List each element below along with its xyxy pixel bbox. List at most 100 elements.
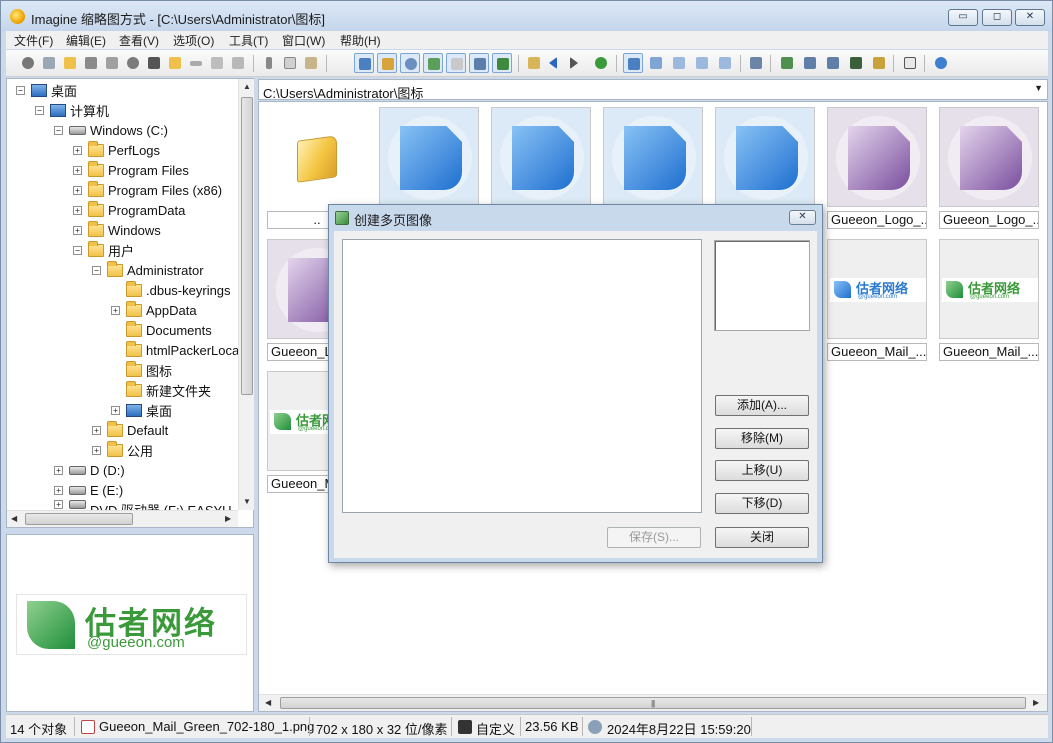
tree-item-windows[interactable]: + Windows xyxy=(73,220,161,240)
back-arrow-icon[interactable] xyxy=(545,53,565,73)
tree-item-documents[interactable]: Documents xyxy=(126,320,212,340)
expand-icon[interactable]: + xyxy=(111,405,120,415)
batch-rename-icon[interactable] xyxy=(800,53,820,73)
tree-item-program-files[interactable]: + Program Files xyxy=(73,160,189,180)
menu-view[interactable]: 查看(V) xyxy=(119,32,159,49)
move-down-button[interactable]: 下移(D) xyxy=(715,493,809,514)
scroll-left-icon[interactable]: ◀ xyxy=(11,514,17,523)
thumbnail-item[interactable]: Gueeon_Logo_... xyxy=(827,107,927,229)
camera-icon[interactable] xyxy=(144,53,164,73)
minimize-button[interactable]: ▭ xyxy=(948,9,978,26)
scroll-up-icon[interactable]: ▲ xyxy=(243,82,251,91)
tree-item-public[interactable]: + 公用 xyxy=(92,440,153,460)
expand-icon[interactable]: + xyxy=(73,165,82,175)
image-icon[interactable] xyxy=(524,53,544,73)
filmstrip-icon[interactable] xyxy=(377,53,397,73)
menu-edit[interactable]: 编辑(E) xyxy=(66,32,106,49)
collapse-icon[interactable]: − xyxy=(35,105,44,115)
menu-file[interactable]: 文件(F) xyxy=(14,32,53,49)
expand-icon[interactable]: + xyxy=(111,305,120,315)
tree-item-desktop[interactable]: − 桌面 xyxy=(16,80,77,100)
table-view-icon[interactable] xyxy=(715,53,735,73)
expand-icon[interactable]: + xyxy=(73,225,82,235)
rename-icon[interactable] xyxy=(186,53,206,73)
properties-icon[interactable] xyxy=(228,53,248,73)
collapse-icon[interactable]: − xyxy=(54,125,63,135)
scroll-down-icon[interactable]: ▼ xyxy=(243,497,251,506)
save-icon[interactable] xyxy=(81,53,101,73)
delete-icon[interactable] xyxy=(207,53,227,73)
capture-icon[interactable] xyxy=(869,53,889,73)
tree-item-administrator[interactable]: − Administrator xyxy=(92,260,204,280)
tree-item-drive-d[interactable]: + D (D:) xyxy=(54,460,125,480)
info-icon[interactable] xyxy=(123,53,143,73)
restore-button[interactable]: ◻ xyxy=(982,9,1012,26)
copy-icon[interactable] xyxy=(280,53,300,73)
details-view-icon[interactable] xyxy=(692,53,712,73)
paste-icon[interactable] xyxy=(301,53,321,73)
thumbnail-scroll-thumb[interactable]: ||| xyxy=(280,697,1026,709)
slideshow-icon[interactable] xyxy=(492,53,512,73)
expand-icon[interactable]: + xyxy=(92,445,101,455)
page-list[interactable] xyxy=(342,239,702,513)
thumbnail-item[interactable]: 估者网络 @gueeon.com Gueeon_Mail_... xyxy=(827,239,927,361)
large-icons-view-icon[interactable] xyxy=(623,53,643,73)
expand-icon[interactable]: + xyxy=(73,145,82,155)
tree-item-drive-c[interactable]: − Windows (C:) xyxy=(54,120,168,140)
dialog-title-bar[interactable]: 创建多页图像 ✕ xyxy=(329,205,822,230)
thumbnail-item[interactable]: 估者网络 @gueeon.com Gueeon_Mail_... xyxy=(939,239,1039,361)
edit-note-icon[interactable] xyxy=(900,53,920,73)
tree-hscroll-thumb[interactable] xyxy=(25,513,133,525)
scroll-right-icon[interactable]: ▶ xyxy=(1033,698,1039,707)
tree-vertical-scrollbar[interactable]: ▲ ▼ xyxy=(238,79,254,510)
view-mode-icon[interactable] xyxy=(354,53,374,73)
close-dialog-button[interactable]: 关闭 xyxy=(715,527,809,548)
tree-item-new-folder[interactable]: 新建文件夹 xyxy=(126,380,211,400)
tree-item-drive-e[interactable]: + E (E:) xyxy=(54,480,123,500)
grid-icon[interactable] xyxy=(446,53,466,73)
tree-item-htmlpacker[interactable]: htmlPackerLoca xyxy=(126,340,239,360)
remove-button[interactable]: 移除(M) xyxy=(715,428,809,449)
collapse-icon[interactable]: − xyxy=(92,265,101,275)
preview-panel-icon[interactable] xyxy=(469,53,489,73)
tree-item-users[interactable]: − 用户 xyxy=(73,240,134,260)
tree-horizontal-scrollbar[interactable]: ◀ ▶ xyxy=(7,510,238,527)
expand-icon[interactable]: + xyxy=(73,205,82,215)
expand-icon[interactable]: + xyxy=(54,500,63,509)
print-icon[interactable] xyxy=(102,53,122,73)
tree-item-program-files-x86[interactable]: + Program Files (x86) xyxy=(73,180,222,200)
tree-item-user-desktop[interactable]: + 桌面 xyxy=(111,400,172,420)
list-view-icon[interactable] xyxy=(669,53,689,73)
help-icon[interactable] xyxy=(931,53,951,73)
new-folder-icon[interactable] xyxy=(165,53,185,73)
expand-icon[interactable]: + xyxy=(92,425,101,435)
wrench-icon[interactable] xyxy=(746,53,766,73)
tree-scroll-thumb[interactable] xyxy=(241,97,253,395)
collapse-icon[interactable]: − xyxy=(16,85,25,95)
clock-icon[interactable] xyxy=(400,53,420,73)
multipage-icon[interactable] xyxy=(823,53,843,73)
tree-item-programdata[interactable]: + ProgramData xyxy=(73,200,185,220)
refresh-icon[interactable] xyxy=(591,53,611,73)
move-up-button[interactable]: 上移(U) xyxy=(715,460,809,481)
menu-tools[interactable]: 工具(T) xyxy=(229,32,268,49)
expand-icon[interactable]: + xyxy=(73,185,82,195)
scroll-right-icon[interactable]: ▶ xyxy=(225,514,231,523)
forward-arrow-icon[interactable] xyxy=(566,53,586,73)
cut-icon[interactable] xyxy=(259,53,279,73)
open-icon[interactable] xyxy=(39,53,59,73)
menu-help[interactable]: 帮助(H) xyxy=(340,32,381,49)
add-button[interactable]: 添加(A)... xyxy=(715,395,809,416)
expand-icon[interactable]: + xyxy=(54,465,63,475)
save-button[interactable]: 保存(S)... xyxy=(607,527,701,548)
dialog-close-button[interactable]: ✕ xyxy=(789,210,816,225)
tree-item-default[interactable]: + Default xyxy=(92,420,168,440)
film-icon[interactable] xyxy=(846,53,866,73)
image-info-icon[interactable] xyxy=(423,53,443,73)
expand-icon[interactable]: + xyxy=(54,485,63,495)
thumbnail-item[interactable]: Gueeon_Logo_... xyxy=(939,107,1039,229)
chevron-down-icon[interactable]: ▼ xyxy=(1034,83,1043,93)
tree-item-dvd-drive[interactable]: + DVD 驱动器 (F:) EASYU_V: xyxy=(54,500,251,510)
scroll-left-icon[interactable]: ◀ xyxy=(265,698,271,707)
folder-open-icon[interactable] xyxy=(60,53,80,73)
